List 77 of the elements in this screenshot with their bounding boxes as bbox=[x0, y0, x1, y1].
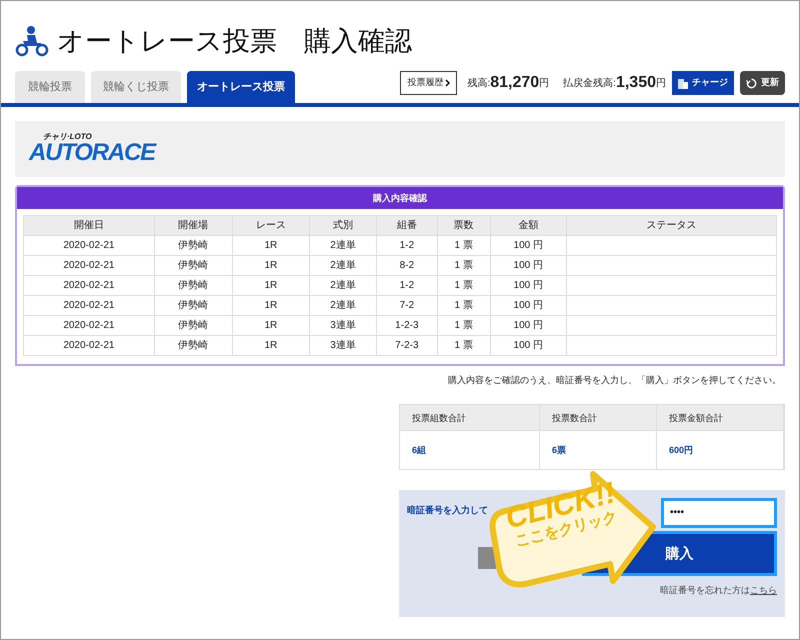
tab[interactable]: オートレース投票 bbox=[187, 71, 295, 103]
tab[interactable]: 競輪くじ投票 bbox=[91, 71, 181, 103]
page-title: オートレース投票 購入確認 bbox=[57, 24, 412, 58]
summary-header: 投票数合計 bbox=[540, 404, 657, 430]
table-cell: 100 円 bbox=[490, 296, 566, 316]
table-cell: 1 票 bbox=[437, 256, 490, 276]
table-cell: 伊勢崎 bbox=[154, 296, 232, 316]
refund-unit: 円 bbox=[656, 76, 666, 90]
table-cell: 伊勢崎 bbox=[154, 236, 232, 256]
table-cell: 伊勢崎 bbox=[154, 316, 232, 336]
refund-amount: 1,350 bbox=[616, 73, 656, 93]
summary-value: 6票 bbox=[540, 430, 657, 468]
column-header: 組番 bbox=[376, 216, 438, 236]
table-cell: 1-2-3 bbox=[376, 316, 438, 336]
table-cell: 1 票 bbox=[437, 236, 490, 256]
confirm-panel-header: 購入内容確認 bbox=[17, 187, 783, 209]
summary-header: 投票組数合計 bbox=[400, 404, 540, 430]
table-cell: 伊勢崎 bbox=[154, 256, 232, 276]
summary-value: 6組 bbox=[400, 430, 540, 468]
refresh-button[interactable]: 更新 bbox=[740, 71, 785, 95]
table-cell: 1 票 bbox=[437, 296, 490, 316]
table-cell: 7-2-3 bbox=[376, 336, 438, 356]
table-cell: 1R bbox=[232, 296, 310, 316]
table-cell: 2連単 bbox=[310, 276, 376, 296]
balance-unit: 円 bbox=[539, 76, 550, 90]
table-cell: 1-2 bbox=[376, 276, 438, 296]
table-cell: 1 票 bbox=[437, 276, 490, 296]
table-cell: 2020-02-21 bbox=[24, 336, 154, 356]
column-header: ステータス bbox=[566, 216, 776, 236]
tab[interactable]: 競輪投票 bbox=[15, 71, 85, 103]
logo-wordmark: AUTORACE bbox=[29, 141, 158, 165]
table-cell: 2020-02-21 bbox=[24, 276, 154, 296]
table-cell: 2020-02-21 bbox=[24, 296, 154, 316]
column-header: 開催日 bbox=[24, 216, 154, 236]
column-header: レース bbox=[232, 216, 310, 236]
table-cell: 1R bbox=[232, 336, 310, 356]
table-cell: 1R bbox=[232, 256, 310, 276]
table-cell: 1 票 bbox=[437, 336, 490, 356]
forgot-pin-text: 暗証番号を忘れた方は bbox=[660, 584, 750, 596]
balance-amount: 81,270 bbox=[490, 73, 540, 93]
table-cell: 伊勢崎 bbox=[154, 276, 232, 296]
charge-button[interactable]: チャージ bbox=[672, 71, 734, 95]
table-cell: 1R bbox=[232, 316, 310, 336]
column-header: 開催場 bbox=[154, 216, 232, 236]
logo-subtitle: チャリ·LOTO bbox=[43, 133, 93, 141]
column-header: 金額 bbox=[490, 216, 566, 236]
column-header: 票数 bbox=[437, 216, 490, 236]
table-cell: 2020-02-21 bbox=[24, 256, 154, 276]
table-cell: 2連単 bbox=[310, 256, 376, 276]
table-cell: 7-2 bbox=[376, 296, 438, 316]
history-button[interactable]: 投票履歴 bbox=[400, 71, 458, 95]
table-cell: 8-2 bbox=[376, 256, 438, 276]
forgot-pin-link[interactable]: こちら bbox=[750, 584, 777, 597]
table-cell: 2連単 bbox=[310, 296, 376, 316]
table-cell: 100 円 bbox=[490, 336, 566, 356]
table-cell: 100 円 bbox=[490, 316, 566, 336]
refund-label: 払戻金残高: bbox=[563, 76, 616, 90]
table-cell: 2連単 bbox=[310, 236, 376, 256]
table-cell: 2020-02-21 bbox=[24, 236, 154, 256]
table-cell: 伊勢崎 bbox=[154, 336, 232, 356]
table-cell: 1 票 bbox=[437, 316, 490, 336]
pin-label: 暗証番号を入力して bbox=[407, 504, 488, 517]
table-cell: 100 円 bbox=[490, 256, 566, 276]
balance-label: 残高: bbox=[467, 76, 490, 90]
table-cell: 1R bbox=[232, 236, 310, 256]
summary-value: 600円 bbox=[657, 430, 784, 468]
table-cell: 3連単 bbox=[310, 336, 376, 356]
table-cell: 2020-02-21 bbox=[24, 316, 154, 336]
pin-input[interactable]: •••• bbox=[661, 498, 777, 528]
table-cell: 100 円 bbox=[490, 276, 566, 296]
table-cell: 3連単 bbox=[310, 316, 376, 336]
table-cell: 1R bbox=[232, 276, 310, 296]
column-header: 式別 bbox=[310, 216, 376, 236]
table-cell: 100 円 bbox=[490, 236, 566, 256]
summary-header: 投票金額合計 bbox=[657, 404, 784, 430]
instruction-text: 購入内容をご確認のうえ、暗証番号を入力し、「購入」ボタンを押してください。 bbox=[448, 374, 781, 387]
table-cell: 1-2 bbox=[376, 236, 438, 256]
